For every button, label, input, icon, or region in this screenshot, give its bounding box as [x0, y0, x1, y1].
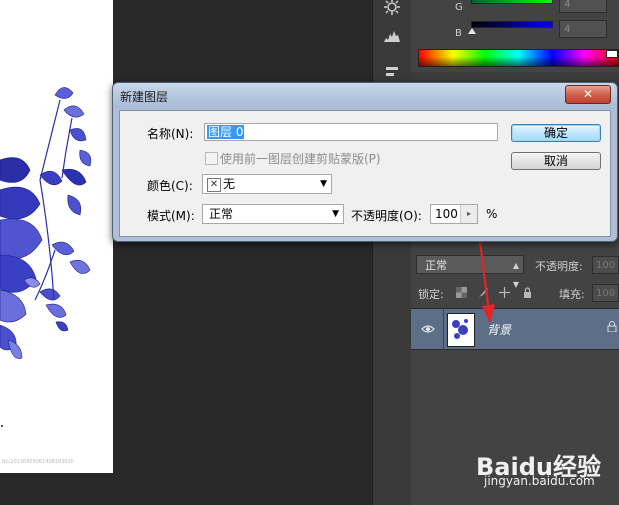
green-slider-label: G	[455, 2, 463, 13]
layer-opacity-label: 不透明度:	[535, 260, 583, 273]
dialog-body: 名称(N): 图层 0 使用前一图层创建剪贴蒙版(P) 颜色(C): ✕ 无 ▼…	[119, 110, 611, 237]
color-spectrum[interactable]	[418, 49, 619, 67]
slider-thumb[interactable]	[468, 28, 476, 34]
close-icon: ✕	[582, 87, 594, 101]
annotation-arrow	[478, 241, 495, 324]
cancel-button[interactable]: 取消	[511, 152, 601, 170]
baidu-jingyan-url: jingyan.baidu.com	[484, 474, 595, 488]
document-canvas[interactable]: No.20130905061408183020	[0, 0, 113, 473]
clip-mask-label: 使用前一图层创建剪贴蒙版(P)	[220, 152, 381, 166]
canvas-watermark: No.20130905061408183020	[2, 459, 74, 465]
new-layer-dialog: 新建图层 ✕ 名称(N): 图层 0 使用前一图层创建剪贴蒙版(P) 颜色(C)…	[112, 82, 618, 242]
white-swatch[interactable]	[606, 50, 618, 58]
no-color-swatch-icon: ✕	[207, 178, 221, 192]
close-button[interactable]: ✕	[565, 85, 611, 104]
mode-value: 正常	[209, 207, 234, 221]
dialog-titlebar[interactable]: 新建图层 ✕	[113, 83, 617, 109]
histogram-icon[interactable]	[379, 26, 405, 50]
blue-value-input[interactable]: 4	[559, 20, 607, 38]
name-label: 名称(N):	[147, 127, 194, 141]
blue-flower-artwork	[0, 87, 92, 427]
name-value: 图层 0	[207, 125, 245, 139]
lock-icon[interactable]	[522, 287, 533, 298]
updown-caret-icon: ▲ ▼	[512, 261, 519, 289]
ok-button[interactable]: 确定	[511, 124, 601, 142]
fill-input[interactable]: 100	[592, 284, 619, 302]
document-workspace[interactable]: No.20130905061408183020	[0, 0, 372, 505]
chevron-right-icon[interactable]: ▸	[460, 205, 477, 223]
move-icon[interactable]	[499, 287, 510, 298]
blend-mode-value: 正常	[425, 259, 447, 272]
opacity-unit: %	[486, 207, 498, 221]
green-slider[interactable]	[471, 0, 553, 4]
gear-icon[interactable]	[379, 0, 405, 22]
panel-icon-strip	[372, 0, 412, 505]
clip-mask-checkbox[interactable]	[205, 152, 218, 165]
dropdown-caret-icon: ▼	[320, 179, 327, 189]
color-select[interactable]: ✕ 无 ▼	[202, 174, 332, 194]
visibility-toggle[interactable]	[411, 309, 444, 349]
name-input[interactable]: 图层 0	[204, 123, 498, 141]
eye-icon[interactable]	[421, 322, 435, 336]
dropdown-caret-icon: ▼	[332, 209, 339, 219]
opacity-input[interactable]: 100 ▸	[430, 204, 478, 224]
lock-label: 锁定:	[418, 288, 444, 301]
lock-icon	[607, 321, 617, 335]
checkerboard-icon[interactable]	[456, 287, 467, 298]
blue-slider-label: B	[455, 28, 462, 39]
layer-opacity-input[interactable]: 100	[592, 256, 619, 274]
dialog-title: 新建图层	[120, 90, 169, 104]
green-value-input[interactable]: 4	[559, 0, 607, 13]
mode-select[interactable]: 正常 ▼	[202, 204, 344, 224]
mode-label: 模式(M):	[147, 209, 195, 223]
color-value: 无	[223, 177, 236, 191]
layer-row-background[interactable]: 背景	[411, 308, 619, 350]
color-label: 颜色(C):	[147, 179, 193, 193]
fill-label: 填充:	[559, 288, 585, 301]
opacity-value: 100	[435, 207, 458, 221]
adjustments-icon[interactable]	[379, 62, 405, 80]
opacity-label: 不透明度(O):	[351, 209, 422, 223]
blue-slider[interactable]	[471, 21, 553, 28]
